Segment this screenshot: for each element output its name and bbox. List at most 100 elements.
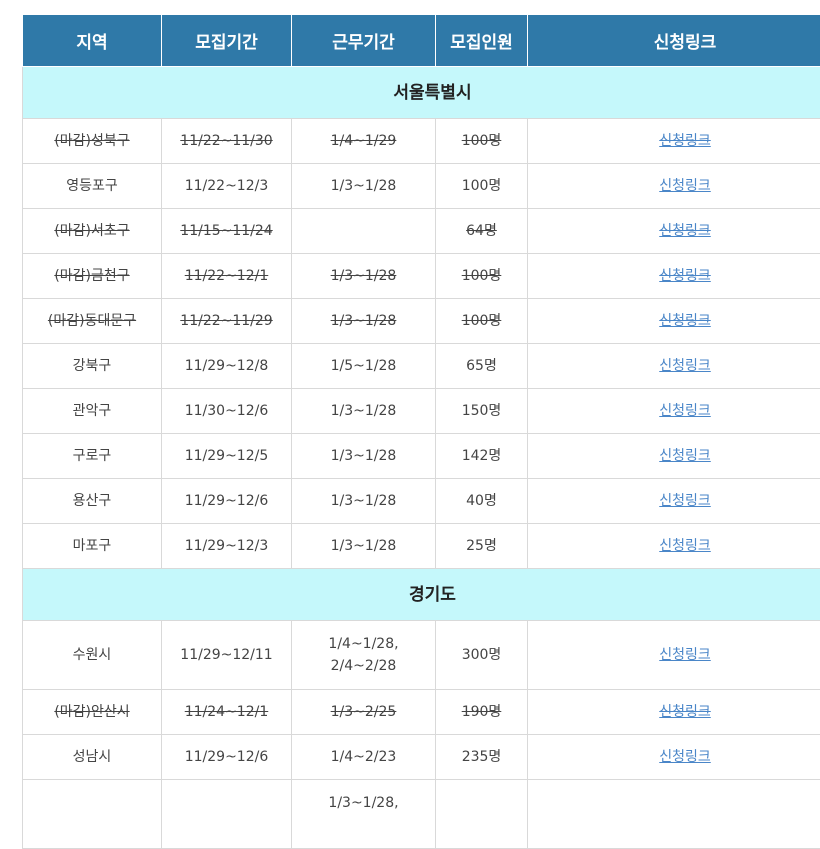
cell-work-period: 1/3~2/25 [292, 690, 436, 735]
header-region: 지역 [23, 15, 162, 67]
cell-region: 수원시 [23, 621, 162, 690]
cell-work-period: 1/3~1/28 [292, 434, 436, 479]
cell-region: 마포구 [23, 524, 162, 569]
table-row: 관악구11/30~12/61/3~1/28150명 신청링크 [23, 389, 820, 434]
apply-link[interactable]: 신청링크 [659, 178, 711, 194]
work-period-line: 1/5~1/28 [292, 355, 435, 377]
work-period-line: 2/4~2/28 [292, 655, 435, 677]
work-period-line: 1/3~1/28 [292, 310, 435, 332]
table-row: 구로구11/29~12/51/3~1/28142명 신청링크 [23, 434, 820, 479]
work-period-line: 1/3~1/28 [292, 535, 435, 557]
cell-work-period: 1/3~1/28 [292, 254, 436, 299]
cell-headcount: 235명 [436, 735, 528, 780]
cell-region: (마감)성북구 [23, 119, 162, 164]
cell-recruit-period: 11/22~11/29 [162, 299, 292, 344]
cell-work-period: 1/3~1/28 [292, 479, 436, 524]
work-period-line: 1/4~1/29 [292, 130, 435, 152]
cell-headcount: 64명 [436, 209, 528, 254]
apply-link[interactable]: 신청링크 [659, 647, 711, 663]
cell-link: 신청링크 [528, 479, 820, 524]
cell-link: 신청링크 [528, 524, 820, 569]
cell-headcount: 100명 [436, 164, 528, 209]
work-period-line: 1/3~1/28 [292, 265, 435, 287]
table-row: 마포구11/29~12/31/3~1/2825명 신청링크 [23, 524, 820, 569]
cell-work-period: 1/3~1/28, [292, 780, 436, 849]
apply-link[interactable]: 신청링크 [659, 313, 711, 329]
table-row: (마감)안산시11/24~12/11/3~2/25190명신청링크 [23, 690, 820, 735]
apply-link[interactable]: 신청링크 [659, 268, 711, 284]
apply-link[interactable]: 신청링크 [659, 133, 711, 149]
apply-link[interactable]: 신청링크 [659, 223, 711, 239]
header-headcount: 모집인원 [436, 15, 528, 67]
cell-work-period: 1/4~2/23 [292, 735, 436, 780]
table-row: 1/3~1/28, [23, 780, 820, 849]
cell-recruit-period: 11/29~12/6 [162, 479, 292, 524]
cell-region: (마감)서초구 [23, 209, 162, 254]
recruitment-table: 지역 모집기간 근무기간 모집인원 신청링크 서울특별시(마감)성북구11/22… [22, 14, 820, 849]
table-body: 서울특별시(마감)성북구11/22~11/301/4~1/29100명신청링크영… [23, 67, 820, 849]
table-row: 강북구11/29~12/81/5~1/2865명신청링크 [23, 344, 820, 389]
table-row: (마감)금천구11/22~12/11/3~1/28100명신청링크 [23, 254, 820, 299]
cell-headcount [436, 780, 528, 849]
work-period-line: 1/4~2/23 [292, 746, 435, 768]
apply-link[interactable]: 신청링크 [659, 358, 711, 374]
cell-recruit-period: 11/22~12/1 [162, 254, 292, 299]
cell-recruit-period: 11/22~11/30 [162, 119, 292, 164]
cell-work-period: 1/4~1/29 [292, 119, 436, 164]
cell-link: 신청링크 [528, 621, 820, 690]
section-title: 서울특별시 [23, 67, 820, 119]
cell-headcount: 100명 [436, 254, 528, 299]
cell-headcount: 150명 [436, 389, 528, 434]
cell-headcount: 142명 [436, 434, 528, 479]
cell-headcount: 25명 [436, 524, 528, 569]
cell-headcount: 190명 [436, 690, 528, 735]
apply-link[interactable]: 신청링크 [659, 448, 711, 464]
apply-link[interactable]: 신청링크 [659, 493, 711, 509]
work-period-line: 1/3~1/28, [292, 792, 435, 814]
table-row: (마감)동대문구11/22~11/291/3~1/28100명신청링크 [23, 299, 820, 344]
table-header-row: 지역 모집기간 근무기간 모집인원 신청링크 [23, 15, 820, 67]
cell-recruit-period: 11/29~12/8 [162, 344, 292, 389]
cell-link: 신청링크 [528, 119, 820, 164]
cell-recruit-period [162, 780, 292, 849]
cell-recruit-period: 11/29~12/3 [162, 524, 292, 569]
cell-region: 구로구 [23, 434, 162, 479]
apply-link[interactable]: 신청링크 [659, 749, 711, 765]
work-period-line: 1/3~1/28 [292, 490, 435, 512]
cell-region: 관악구 [23, 389, 162, 434]
section-header-row: 경기도 [23, 569, 820, 621]
cell-link: 신청링크 [528, 735, 820, 780]
work-period-line [292, 814, 435, 836]
cell-work-period [292, 209, 436, 254]
work-period-line: 1/4~1/28, [292, 633, 435, 655]
cell-link: 신청링크 [528, 434, 820, 479]
cell-recruit-period: 11/15~11/24 [162, 209, 292, 254]
cell-recruit-period: 11/30~12/6 [162, 389, 292, 434]
header-recruit-period: 모집기간 [162, 15, 292, 67]
table-row: (마감)성북구11/22~11/301/4~1/29100명신청링크 [23, 119, 820, 164]
cell-link: 신청링크 [528, 299, 820, 344]
cell-work-period: 1/3~1/28 [292, 164, 436, 209]
cell-link: 신청링크 [528, 209, 820, 254]
cell-recruit-period: 11/29~12/6 [162, 735, 292, 780]
apply-link[interactable]: 신청링크 [659, 538, 711, 554]
work-period-line: 1/3~2/25 [292, 701, 435, 723]
table-row: 영등포구11/22~12/31/3~1/28100명신청링크 [23, 164, 820, 209]
cell-work-period: 1/3~1/28 [292, 524, 436, 569]
work-period-line: 1/3~1/28 [292, 400, 435, 422]
cell-region: 강북구 [23, 344, 162, 389]
cell-work-period: 1/4~1/28,2/4~2/28 [292, 621, 436, 690]
apply-link[interactable]: 신청링크 [659, 403, 711, 419]
cell-recruit-period: 11/22~12/3 [162, 164, 292, 209]
cell-region: 성남시 [23, 735, 162, 780]
work-period-line: 1/3~1/28 [292, 445, 435, 467]
cell-recruit-period: 11/29~12/5 [162, 434, 292, 479]
cell-link: 신청링크 [528, 690, 820, 735]
cell-work-period: 1/5~1/28 [292, 344, 436, 389]
recruitment-table-container: 지역 모집기간 근무기간 모집인원 신청링크 서울특별시(마감)성북구11/22… [22, 14, 820, 849]
cell-link: 신청링크 [528, 254, 820, 299]
table-row: (마감)서초구11/15~11/24 64명 신청링크 [23, 209, 820, 254]
section-title: 경기도 [23, 569, 820, 621]
apply-link[interactable]: 신청링크 [659, 704, 711, 720]
header-work-period: 근무기간 [292, 15, 436, 67]
